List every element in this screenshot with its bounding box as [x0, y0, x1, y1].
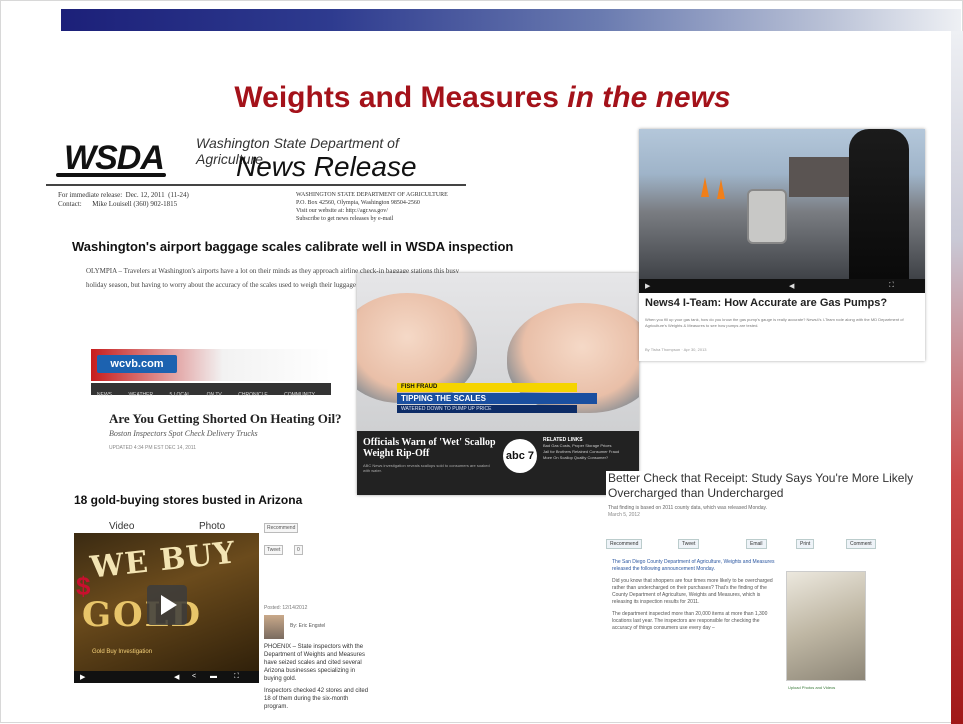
captions-icon[interactable]: ▬	[210, 673, 217, 680]
tab-video[interactable]: Video	[109, 521, 134, 532]
gas-pump-article: ▶ ◀ ⛶ News4 I-Team: How Accurate are Gas…	[639, 129, 925, 361]
gas-byline: By Tisha Thompson · Apr 30, 2013	[645, 347, 707, 352]
scallop-banner-2: TIPPING THE SCALES	[397, 393, 597, 404]
receipt-photo[interactable]	[786, 571, 866, 681]
tweet-button[interactable]: Tweet	[264, 545, 284, 555]
video-controls: ▶ ◀ ⛶	[639, 279, 925, 293]
video-caption: Gold Buy Investigation	[92, 649, 153, 655]
inspector-figure	[849, 129, 909, 279]
slide: Weights and Measures in the news WSDA Wa…	[0, 0, 963, 724]
scallop-banner-1: FISH FRAUD	[397, 383, 577, 392]
receipt-date: March 5, 2012	[608, 512, 640, 518]
receipt-article: Better Check that Receipt: Study Says Yo…	[606, 471, 926, 711]
tweet-count: 0	[294, 545, 303, 555]
abc7-logo: abc 7	[503, 439, 537, 473]
scallop-photo: FISH FRAUD TIPPING THE SCALES WATERED DO…	[357, 273, 639, 431]
wcvb-subhead: Boston Inspectors Spot Check Delivery Tr…	[109, 429, 258, 438]
tweet-button[interactable]: Tweet	[678, 539, 700, 549]
print-button[interactable]: Print	[796, 539, 815, 549]
scallop-related-links: RELATED LINKS Bad Gas Costs, Proper Stor…	[543, 437, 635, 461]
scallop-title[interactable]: Officials Warn of 'Wet' Scallop Weight R…	[363, 437, 503, 459]
top-gradient-bar	[61, 9, 961, 31]
receipt-dek: That finding is based on 2011 county dat…	[608, 505, 768, 511]
upload-photos-link[interactable]: Upload Photos and Videos	[788, 685, 835, 690]
wsda-logo-swoosh	[56, 173, 166, 177]
wcvb-nav-item[interactable]: CHRONICLE	[232, 389, 273, 398]
fullscreen-icon[interactable]: ⛶	[234, 673, 239, 681]
wcvb-nav-item[interactable]: COMMUNITY	[278, 389, 321, 398]
related-link[interactable]: Jail for Brothers Retained Consumer Frau…	[543, 449, 619, 454]
wcvb-header: wcvb.com	[91, 349, 331, 381]
wcvb-nav-item[interactable]: 5 LOCAL	[164, 389, 197, 398]
wcvb-nav: NEWS WEATHER 5 LOCAL ON TV CHRONICLE COM…	[91, 383, 331, 398]
receipt-paragraph: The department inspected more than 20,00…	[612, 611, 768, 631]
wsda-divider	[46, 184, 466, 186]
fullscreen-icon[interactable]: ⛶	[889, 282, 894, 290]
video-sign-text-1: WE BUY	[88, 535, 238, 586]
receipt-body: The San Diego County Department of Agric…	[612, 559, 780, 637]
gold-body-paragraph: PHOENIX – State inspectors with the Depa…	[264, 644, 365, 682]
email-button[interactable]: Email	[746, 539, 767, 549]
play-icon[interactable]	[147, 585, 187, 625]
video-controls: ▶ ◀ < ▬ ⛶	[74, 671, 259, 683]
recommend-button[interactable]: Recommend	[264, 523, 299, 533]
title-italic: in the news	[567, 81, 731, 114]
play-control-icon[interactable]: ▶	[80, 673, 85, 681]
gold-video-player[interactable]: $ WE BUY GOLD Gold Buy Investigation ▶ ◀…	[74, 533, 259, 683]
right-gradient-bar	[951, 31, 963, 724]
traffic-cone-icon	[717, 179, 725, 199]
gas-description: When you fill up your gas tank, how do y…	[645, 317, 904, 328]
receipt-lede[interactable]: The San Diego County Department of Agric…	[612, 559, 780, 573]
wcvb-article: wcvb.com NEWS WEATHER 5 LOCAL ON TV CHRO…	[91, 349, 342, 459]
gold-posted-date: Posted: 12/14/2012	[264, 605, 308, 611]
wsda-address: WASHINGTON STATE DEPARTMENT OF AGRICULTU…	[296, 192, 448, 222]
gold-author: By: Eric Engstel	[290, 623, 326, 629]
test-cart	[747, 189, 787, 244]
tab-photo[interactable]: Photo	[199, 521, 225, 532]
wsda-release-meta: For immediate release: Dec. 12, 2011 (11…	[58, 191, 189, 208]
wcvb-logo: wcvb.com	[97, 355, 177, 373]
scallop-banner-3: WATERED DOWN TO PUMP UP PRICE	[397, 405, 577, 413]
related-link[interactable]: More On Scallop Quality Consumer?	[543, 455, 608, 460]
receipt-paragraph: Did you know that shoppers are four time…	[612, 578, 773, 605]
receipt-title: Better Check that Receipt: Study Says Yo…	[608, 471, 914, 500]
gold-body-paragraph: Inspectors checked 42 stores and cited 1…	[264, 688, 369, 710]
share-icon[interactable]: <	[192, 673, 196, 680]
play-control-icon[interactable]: ▶	[645, 282, 650, 290]
gold-headline: 18 gold-buying stores busted in Arizona	[74, 493, 303, 507]
comment-button[interactable]: Comment	[846, 539, 876, 549]
gas-pump-photo[interactable]	[639, 129, 925, 279]
slide-title: Weights and Measures in the news	[1, 81, 963, 115]
wcvb-nav-item[interactable]: WEATHER	[122, 389, 159, 398]
wsda-doc-type: News Release	[236, 151, 417, 182]
gas-title[interactable]: News4 I-Team: How Accurate are Gas Pumps…	[645, 297, 887, 309]
volume-icon[interactable]: ◀	[174, 673, 179, 681]
volume-icon[interactable]: ◀	[789, 282, 794, 290]
related-link[interactable]: Bad Gas Costs, Proper Storage Prices	[543, 443, 611, 448]
title-main: Weights and Measures	[234, 81, 559, 114]
scallop-description: ABC News investigation reveals scallops …	[363, 463, 490, 473]
wcvb-nav-item[interactable]: ON TV	[201, 389, 228, 398]
wcvb-byline: UPDATED 4:34 PM EST DEC 14, 2011	[109, 445, 196, 451]
author-avatar	[264, 615, 284, 639]
wcvb-nav-item[interactable]: NEWS	[91, 389, 118, 398]
traffic-cone-icon	[701, 177, 709, 197]
gold-article: 18 gold-buying stores busted in Arizona …	[69, 489, 369, 710]
gold-sidebar: Recommend Tweet 0 Posted: 12/14/2012 By:…	[264, 515, 369, 710]
gold-body: PHOENIX – State inspectors with the Depa…	[264, 643, 369, 711]
wcvb-headline: Are You Getting Shorted On Heating Oil?	[109, 411, 342, 426]
wsda-headline: Washington's airport baggage scales cali…	[72, 239, 514, 254]
scallop-video[interactable]: FISH FRAUD TIPPING THE SCALES WATERED DO…	[357, 273, 639, 495]
recommend-button[interactable]: Recommend	[606, 539, 643, 549]
